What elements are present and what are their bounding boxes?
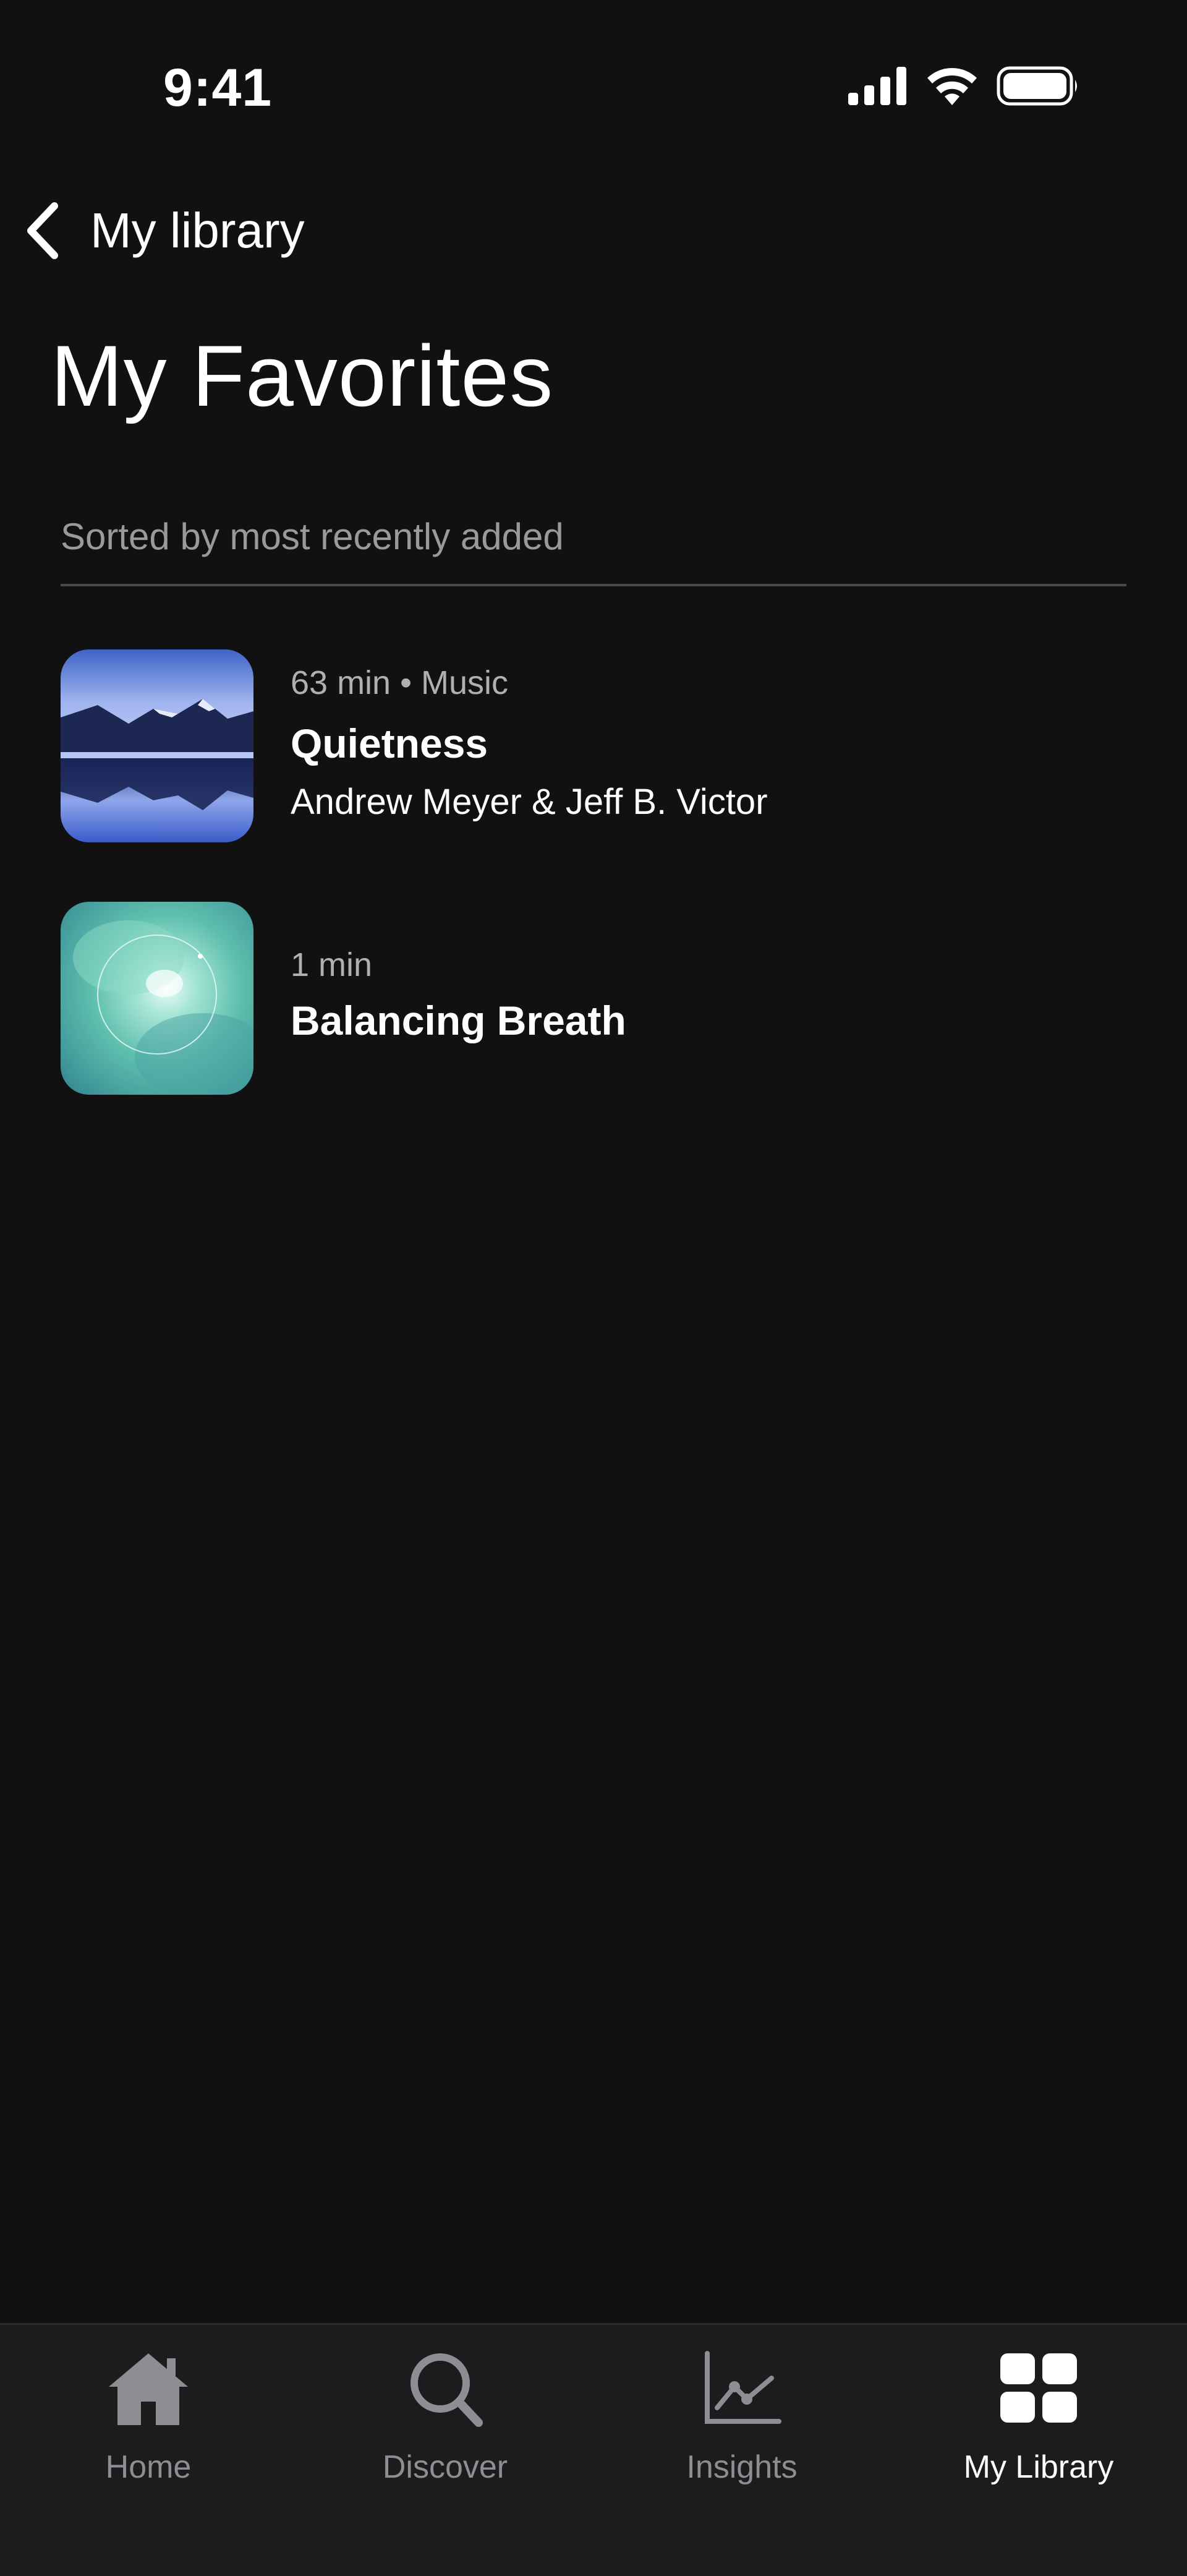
status-icons bbox=[848, 64, 1079, 108]
mountain-lake-image bbox=[61, 649, 253, 842]
battery-icon bbox=[997, 66, 1077, 106]
tab-discover[interactable]: Discover bbox=[297, 2342, 594, 2503]
tab-my-library[interactable]: My Library bbox=[890, 2342, 1187, 2503]
back-label: My library bbox=[90, 203, 305, 258]
chevron-left-icon bbox=[27, 202, 58, 259]
teal-breath-orb-image bbox=[61, 902, 253, 1095]
tab-insights[interactable]: Insights bbox=[594, 2342, 890, 2503]
list-item[interactable]: 1 min Balancing Breath bbox=[61, 902, 1126, 1095]
tab-label: My Library bbox=[963, 2449, 1114, 2485]
tab-label: Discover bbox=[382, 2449, 508, 2485]
item-artist: Andrew Meyer & Jeff B. Victor bbox=[291, 782, 768, 822]
item-title: Balancing Breath bbox=[291, 998, 626, 1043]
divider bbox=[61, 584, 1126, 586]
grid-icon bbox=[1000, 2353, 1077, 2423]
status-bar: 9:41 bbox=[0, 0, 1187, 174]
page-title: My Favorites bbox=[51, 327, 554, 424]
wifi-icon bbox=[927, 68, 977, 105]
chart-icon bbox=[705, 2351, 781, 2424]
list-item[interactable]: 63 min • Music Quietness Andrew Meyer & … bbox=[61, 649, 1126, 842]
item-meta: 63 min • Music bbox=[291, 664, 509, 701]
search-icon bbox=[411, 2353, 483, 2427]
item-meta: 1 min bbox=[291, 946, 373, 983]
home-icon bbox=[109, 2353, 188, 2425]
item-title: Quietness bbox=[291, 721, 488, 766]
tab-home[interactable]: Home bbox=[0, 2342, 297, 2503]
tab-label: Home bbox=[105, 2449, 192, 2485]
tab-bar: Home Discover Insights My Library bbox=[0, 2323, 1187, 2576]
back-button[interactable]: My library bbox=[25, 197, 305, 265]
status-time: 9:41 bbox=[163, 58, 273, 118]
tab-label: Insights bbox=[686, 2449, 798, 2485]
cellular-signal-icon bbox=[848, 67, 906, 105]
sort-label[interactable]: Sorted by most recently added bbox=[61, 513, 564, 560]
